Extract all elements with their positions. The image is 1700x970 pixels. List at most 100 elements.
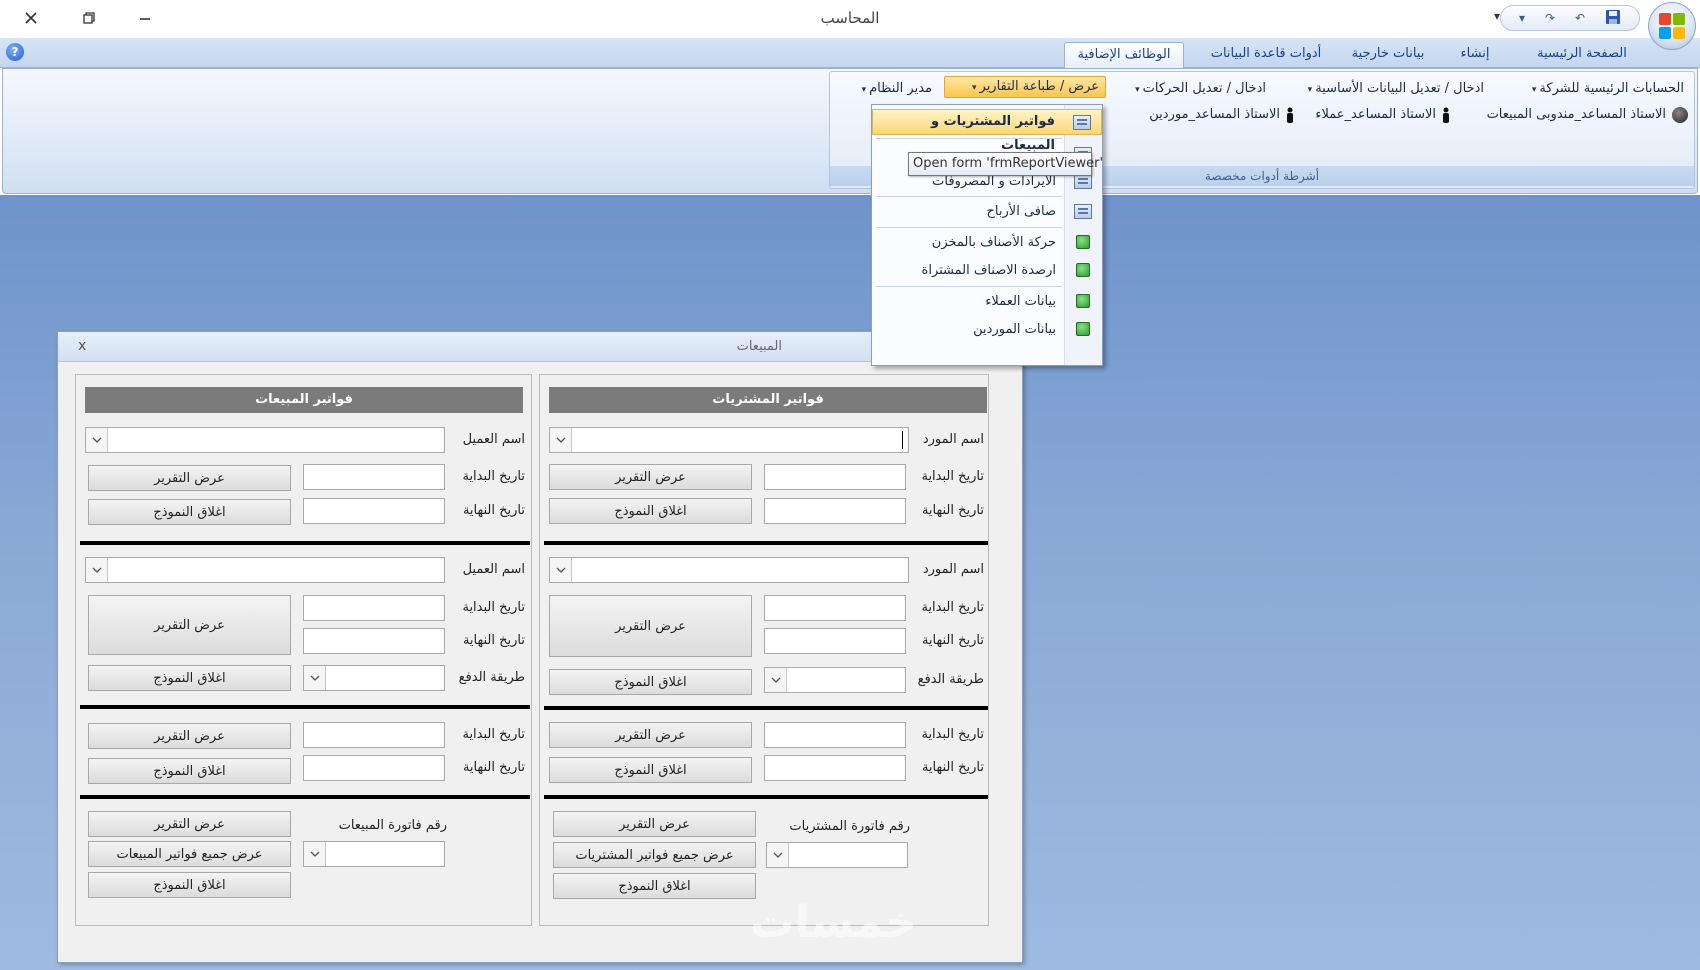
menu-tooltip: Open form 'frmReportViewer'	[908, 152, 1103, 176]
end-date-label: تاريخ النهاية	[921, 760, 984, 775]
form-icon	[1074, 174, 1092, 189]
menu-company-accounts[interactable]: الحسابات الرئيسية للشركة▾	[1532, 78, 1684, 100]
show-report-button[interactable]: عرض التقرير	[549, 722, 752, 748]
chevron-down-icon[interactable]	[86, 428, 108, 452]
show-report-button[interactable]: عرض التقرير	[553, 811, 756, 837]
show-report-button[interactable]: عرض التقرير	[88, 723, 291, 749]
supplier-name-label: اسم المورد	[922, 432, 984, 447]
close-form-button[interactable]: اغلاق النموذج	[549, 669, 752, 695]
show-report-button[interactable]: عرض التقرير	[549, 464, 752, 490]
menu-edit-transactions[interactable]: ادخال / تعديل الحركات▾	[1135, 78, 1266, 100]
end-date-label: تاريخ النهاية	[462, 760, 525, 775]
payment-method-combo[interactable]	[303, 665, 445, 691]
start-date-input[interactable]	[764, 464, 906, 490]
end-date-input[interactable]	[764, 755, 906, 781]
customer-name-combo[interactable]	[85, 557, 445, 583]
show-report-button[interactable]: عرض التقرير	[88, 811, 291, 837]
end-date-input[interactable]	[303, 498, 445, 524]
close-form-button[interactable]: اغلاق النموذج	[549, 757, 752, 783]
close-form-button[interactable]: اغلاق النموذج	[88, 499, 291, 525]
form-caption: المبيعات	[736, 339, 782, 354]
chevron-down-icon[interactable]	[550, 558, 572, 582]
chevron-down-icon[interactable]	[304, 842, 326, 866]
tab-database-tools[interactable]: أدوات قاعدة البيانات	[1196, 42, 1336, 68]
customer-name-combo[interactable]	[85, 427, 445, 453]
end-date-input[interactable]	[303, 628, 445, 654]
show-report-button[interactable]: عرض التقرير	[88, 595, 291, 655]
start-date-input[interactable]	[303, 464, 445, 490]
start-date-label: تاريخ البداية	[921, 469, 984, 484]
quick-access-toolbar: ▾ ↷ ↶	[1500, 5, 1640, 31]
chevron-down-icon[interactable]	[767, 843, 789, 867]
purchases-header: فواتير المشتريات	[549, 387, 987, 413]
payment-method-label: طريقة الدفع	[917, 672, 984, 687]
sales-invoice-number-combo[interactable]	[303, 841, 445, 867]
form-icon	[1073, 115, 1091, 130]
show-all-sales-invoices-button[interactable]: عرض جميع فواتير المبيعات	[88, 841, 291, 867]
start-date-input[interactable]	[303, 595, 445, 621]
dropdown-item-suppliers-data[interactable]: بيانات الموردين	[872, 317, 1102, 343]
app-round-icon	[1672, 107, 1688, 123]
end-date-input[interactable]	[764, 628, 906, 654]
chevron-down-icon[interactable]	[550, 428, 572, 452]
ribbon-panel: الحسابات الرئيسية للشركة▾ ادخال / تعديل …	[2, 68, 1698, 194]
tab-external-data[interactable]: بيانات خارجية	[1338, 42, 1438, 68]
title-bar: المحاسب ▾ ▾ ↷ ↶	[0, 0, 1700, 50]
show-report-button[interactable]: عرض التقرير	[88, 465, 291, 491]
show-all-purchase-invoices-button[interactable]: عرض جميع فواتير المشتريات	[553, 842, 756, 868]
chevron-down-icon[interactable]	[304, 666, 326, 690]
end-date-input[interactable]	[303, 755, 445, 781]
menu-system-admin[interactable]: مدير النظام▾	[862, 78, 932, 100]
tab-add-ins[interactable]: الوظائف الإضافية	[1064, 42, 1184, 68]
menu-ledger-suppliers[interactable]: الاستاذ المساعد_موردين	[1149, 104, 1294, 126]
menu-view-print-reports[interactable]: عرض / طباعة التقارير▾	[944, 76, 1106, 98]
tab-create[interactable]: إنشاء	[1440, 42, 1510, 68]
customer-name-label: اسم العميل	[462, 432, 525, 447]
start-date-input[interactable]	[764, 595, 906, 621]
dropdown-item-stock-movement[interactable]: حركة الأصناف بالمخزن	[872, 230, 1102, 256]
supplier-name-combo[interactable]	[549, 427, 909, 453]
form-icon	[1074, 204, 1092, 219]
report-icon	[1076, 322, 1090, 336]
dropdown-item-purchased-balances[interactable]: ارصدة الاصناف المشتراة	[872, 258, 1102, 284]
help-icon[interactable]: ?	[6, 43, 24, 61]
purchase-invoice-number-label: رقم فاتورة المشتريات	[789, 819, 910, 834]
chevron-down-icon[interactable]	[86, 558, 108, 582]
chevron-down-icon[interactable]	[765, 668, 787, 692]
end-date-label: تاريخ النهاية	[462, 633, 525, 648]
tab-home[interactable]: الصفحة الرئيسية	[1522, 42, 1642, 68]
close-form-button[interactable]: اغلاق النموذج	[88, 872, 291, 898]
report-icon	[1076, 263, 1090, 277]
customer-name-label: اسم العميل	[462, 562, 525, 577]
sales-invoice-number-label: رقم فاتورة المبيعات	[338, 818, 447, 833]
supplier-name-combo[interactable]	[549, 557, 909, 583]
form-close-button[interactable]: x	[78, 338, 86, 354]
dropdown-item-net-profit[interactable]: صافى الأرباح	[872, 199, 1102, 225]
payment-method-combo[interactable]	[764, 667, 906, 693]
close-form-button[interactable]: اغلاق النموذج	[88, 665, 291, 691]
menu-edit-master-data[interactable]: ادخال / تعديل البيانات الأساسية▾	[1308, 78, 1484, 100]
close-form-button[interactable]: اغلاق النموذج	[88, 758, 291, 784]
show-report-button[interactable]: عرض التقرير	[549, 595, 752, 657]
dropdown-item-invoices[interactable]: فواتير المشتريات و المبيعات	[872, 109, 1102, 153]
office-button[interactable]	[1648, 2, 1696, 50]
save-icon[interactable]	[1605, 9, 1621, 28]
start-date-input[interactable]	[303, 722, 445, 748]
start-date-label: تاريخ البداية	[462, 600, 525, 615]
window-title: المحاسب	[820, 9, 880, 27]
close-form-button[interactable]: اغلاق النموذج	[549, 498, 752, 524]
menu-ledger-sales-reps[interactable]: الاستاذ المساعد_مندوبى المبيعات	[1487, 104, 1666, 126]
redo-icon[interactable]: ↷	[1545, 11, 1555, 25]
purchase-invoice-number-combo[interactable]	[766, 842, 908, 868]
start-date-label: تاريخ البداية	[921, 600, 984, 615]
end-date-label: تاريخ النهاية	[462, 503, 525, 518]
report-icon	[1076, 294, 1090, 308]
undo-icon[interactable]: ↶	[1575, 11, 1585, 25]
menu-ledger-customers[interactable]: الاستاذ المساعد_عملاء	[1315, 104, 1450, 126]
qat-dropdown-icon[interactable]: ▾	[1519, 11, 1525, 25]
end-date-input[interactable]	[764, 498, 906, 524]
dropdown-item-customers-data[interactable]: بيانات العملاء	[872, 289, 1102, 315]
ribbon-tab-strip: ? الصفحة الرئيسية إنشاء بيانات خارجية أد…	[0, 38, 1700, 68]
close-form-button[interactable]: اغلاق النموذج	[553, 873, 756, 899]
start-date-input[interactable]	[764, 722, 906, 748]
